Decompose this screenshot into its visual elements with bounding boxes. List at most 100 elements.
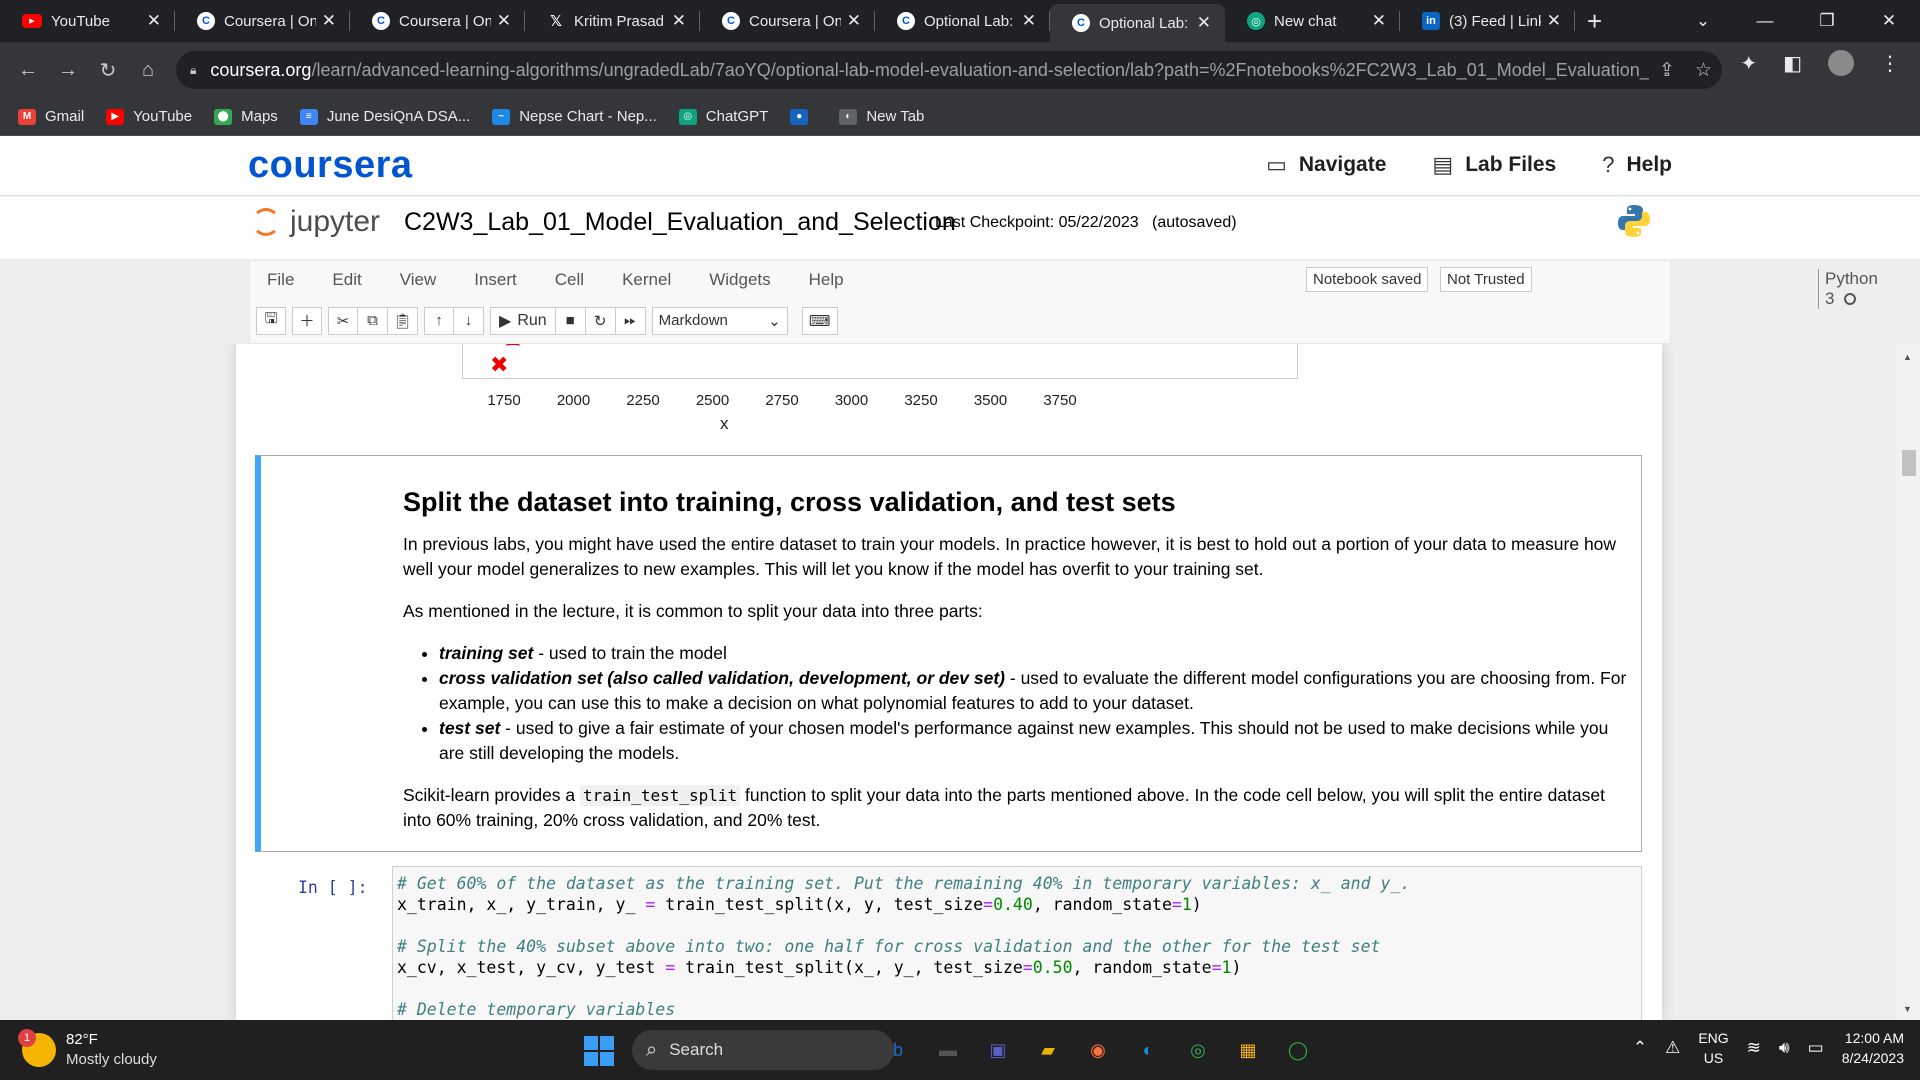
save-icon[interactable]: 🖫︎ bbox=[256, 306, 286, 335]
nav-lab-files[interactable]: ▤ Lab Files bbox=[1432, 152, 1556, 178]
menu-widgets[interactable]: Widgets bbox=[690, 270, 789, 290]
interrupt-icon[interactable]: ■ bbox=[555, 306, 586, 335]
bookmark-item[interactable]: ● bbox=[790, 108, 817, 125]
tab-search-icon[interactable]: ⌄ bbox=[1672, 11, 1734, 31]
firefox-icon[interactable]: ◉ bbox=[1080, 1032, 1116, 1068]
close-tab-icon[interactable]: ✕ bbox=[1372, 11, 1386, 31]
close-tab-icon[interactable]: ✕ bbox=[1547, 11, 1561, 31]
browser-tab[interactable]: C Coursera | Onl ✕ bbox=[175, 0, 350, 42]
start-button[interactable] bbox=[584, 1036, 614, 1066]
browser-tab[interactable]: C Optional Lab: ✕ bbox=[875, 0, 1050, 42]
code-text: , random_state bbox=[1072, 958, 1212, 977]
language-indicator[interactable]: ENG US bbox=[1698, 1028, 1728, 1068]
circle-app-icon[interactable]: ◯ bbox=[1280, 1032, 1316, 1068]
move-up-icon[interactable]: ↑ bbox=[424, 306, 454, 335]
folder-icon[interactable]: ▰ bbox=[1030, 1032, 1066, 1068]
reload-icon[interactable]: ↻ bbox=[88, 58, 128, 83]
teams-icon[interactable]: ▣ bbox=[980, 1032, 1016, 1068]
close-tab-icon[interactable]: ✕ bbox=[672, 11, 686, 31]
copy-icon[interactable]: ⧉ bbox=[358, 306, 388, 335]
taskbar-search[interactable]: ⌕ Search bbox=[632, 1030, 894, 1070]
clock[interactable]: 12:00 AM 8/24/2023 bbox=[1842, 1028, 1904, 1068]
close-window-button[interactable]: ✕ bbox=[1858, 11, 1920, 31]
notebook-title[interactable]: C2W3_Lab_01_Model_Evaluation_and_Selecti… bbox=[404, 208, 956, 237]
not-trusted-button[interactable]: Not Trusted bbox=[1440, 267, 1532, 292]
bookmark-item[interactable]: ≡ June DesiQnA DSA... bbox=[299, 108, 470, 125]
forward-icon[interactable]: → bbox=[48, 59, 88, 82]
menu-kernel[interactable]: Kernel bbox=[603, 270, 690, 290]
bookmark-item[interactable]: ~ Nepse Chart - Nep... bbox=[492, 108, 657, 125]
browser-tab[interactable]: in (3) Feed | Link ✕ bbox=[1400, 0, 1575, 42]
menu-help[interactable]: Help bbox=[790, 270, 863, 290]
browser-tab[interactable]: ▶ YouTube ✕ bbox=[0, 0, 175, 42]
browser-tab[interactable]: C Coursera | Onl ✕ bbox=[700, 0, 875, 42]
keyboard-icon[interactable]: ⌨ bbox=[801, 306, 838, 335]
cut-icon[interactable]: ✂ bbox=[328, 306, 358, 335]
home-icon[interactable]: ⌂ bbox=[128, 59, 168, 82]
tray-overflow-icon[interactable]: ⌃ bbox=[1633, 1038, 1647, 1058]
run-button[interactable]: ▶︎ Run bbox=[490, 306, 556, 335]
file-explorer-dark-icon[interactable]: ▬ bbox=[930, 1032, 966, 1068]
scroll-down-icon[interactable]: ▼ bbox=[1903, 1004, 1912, 1014]
battery-icon[interactable]: ▭ bbox=[1808, 1038, 1824, 1058]
menu-view[interactable]: View bbox=[381, 270, 456, 290]
network-warning-icon[interactable]: ⚠ bbox=[1665, 1038, 1680, 1058]
close-tab-icon[interactable]: ✕ bbox=[147, 11, 161, 31]
markdown-cell[interactable]: Split the dataset into training, cross v… bbox=[255, 455, 1642, 852]
paste-icon[interactable]: 📋︎ bbox=[388, 306, 418, 335]
weather-widget[interactable]: 1 82°F Mostly cloudy bbox=[18, 1029, 157, 1070]
browser-tab[interactable]: C Coursera | Onl ✕ bbox=[350, 0, 525, 42]
share-icon[interactable]: ⇪ bbox=[1659, 59, 1675, 82]
bookmark-item[interactable]: ◎ ChatGPT bbox=[678, 108, 768, 125]
restart-icon[interactable]: ↻ bbox=[585, 306, 616, 335]
nav-help[interactable]: ? Help bbox=[1602, 152, 1672, 178]
menu-insert[interactable]: Insert bbox=[455, 270, 536, 290]
close-tab-icon[interactable]: ✕ bbox=[497, 11, 511, 31]
restore-button[interactable]: ❐ bbox=[1796, 11, 1858, 31]
page-scrollbar[interactable]: ▲ ▼ bbox=[1896, 344, 1920, 1020]
bing-icon[interactable]: b bbox=[880, 1032, 916, 1068]
code-cell[interactable]: In [ ]: # Get 60% of the dataset as the … bbox=[264, 862, 1642, 1020]
x-tick-label: 2500 bbox=[695, 392, 730, 409]
menu-file[interactable]: File bbox=[250, 270, 313, 290]
cell-type-select[interactable]: Markdown ⌄ bbox=[651, 306, 788, 335]
browser-tab[interactable]: ◎ New chat ✕ bbox=[1225, 0, 1400, 42]
lock-icon[interactable]: 🔒︎ bbox=[190, 63, 196, 78]
code-editor[interactable]: # Get 60% of the dataset as the training… bbox=[392, 866, 1642, 1020]
bookmark-item[interactable]: M Gmail bbox=[18, 108, 84, 125]
extensions-puzzle-icon[interactable]: ✦ bbox=[1740, 51, 1757, 76]
bookmark-star-icon[interactable]: ☆ bbox=[1695, 59, 1712, 82]
new-tab-button[interactable]: + bbox=[1587, 6, 1602, 37]
kernel-indicator[interactable]: Python 3 bbox=[1818, 269, 1878, 309]
jupyter-logo[interactable]: jupyter bbox=[252, 205, 380, 239]
volume-icon[interactable]: 🔊︎ bbox=[1779, 1038, 1790, 1058]
browser-tab[interactable]: C Optional Lab: ✕ bbox=[1050, 4, 1225, 42]
bookmark-item[interactable]: ▶ YouTube bbox=[106, 108, 192, 125]
scrollbar-thumb[interactable] bbox=[1902, 450, 1916, 476]
profile-avatar[interactable] bbox=[1828, 50, 1854, 76]
url-input[interactable]: 🔒︎ coursera.org /learn/advanced-learning… bbox=[176, 51, 1722, 89]
insert-cell-icon[interactable]: ＋ bbox=[292, 306, 322, 335]
minimize-button[interactable]: — bbox=[1734, 11, 1796, 31]
close-tab-icon[interactable]: ✕ bbox=[1197, 13, 1211, 33]
store-icon[interactable]: ▦ bbox=[1230, 1032, 1266, 1068]
close-tab-icon[interactable]: ✕ bbox=[1022, 11, 1036, 31]
move-down-icon[interactable]: ↓ bbox=[454, 306, 484, 335]
scroll-up-icon[interactable]: ▲ bbox=[1903, 352, 1912, 362]
bookmark-item[interactable]: ◐ New Tab bbox=[839, 108, 924, 125]
bookmark-item[interactable]: ⬤ Maps bbox=[214, 108, 278, 125]
chrome-icon[interactable]: ◎ bbox=[1180, 1032, 1216, 1068]
wifi-icon[interactable]: ≋ bbox=[1747, 1038, 1761, 1058]
coursera-logo[interactable]: coursera bbox=[248, 144, 413, 187]
browser-menu-icon[interactable]: ⋮ bbox=[1880, 51, 1900, 76]
nav-navigate[interactable]: ▭ Navigate bbox=[1266, 152, 1386, 178]
menu-cell[interactable]: Cell bbox=[536, 270, 603, 290]
browser-tab[interactable]: 𝕏 Kritim Prasad ✕ bbox=[525, 0, 700, 42]
close-tab-icon[interactable]: ✕ bbox=[322, 11, 336, 31]
menu-edit[interactable]: Edit bbox=[313, 270, 380, 290]
side-panel-icon[interactable]: ◧ bbox=[1783, 51, 1802, 76]
edge-icon[interactable]: ◐ bbox=[1130, 1032, 1166, 1068]
close-tab-icon[interactable]: ✕ bbox=[847, 11, 861, 31]
back-icon[interactable]: ← bbox=[8, 59, 48, 82]
restart-run-all-icon[interactable]: ⏩︎ bbox=[615, 306, 646, 335]
